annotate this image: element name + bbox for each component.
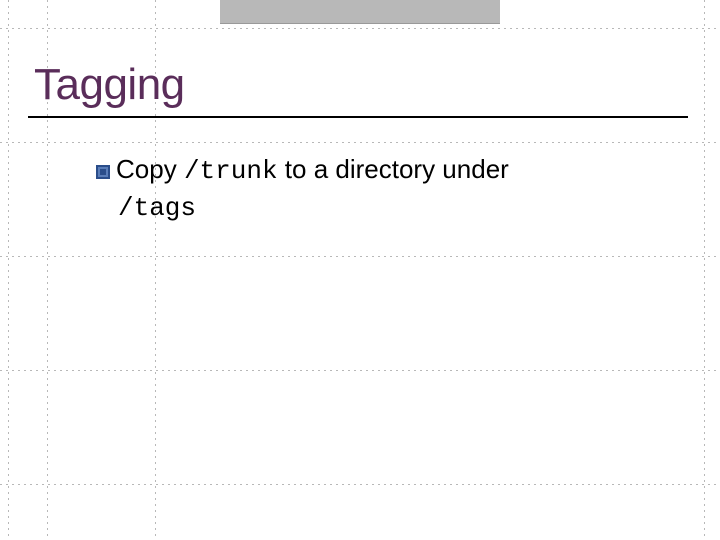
title-underline [28,116,688,118]
slide-title: Tagging [34,60,185,110]
slide-body: Copy /trunk to a directory under /tags [96,152,680,226]
code-tags: /tags [118,193,196,223]
body-text-mid: to a directory under [285,154,509,184]
bullet-icon [96,165,110,179]
title-bar-placeholder [220,0,500,24]
body-text-copy: Copy [116,154,177,184]
code-trunk: /trunk [184,156,278,186]
